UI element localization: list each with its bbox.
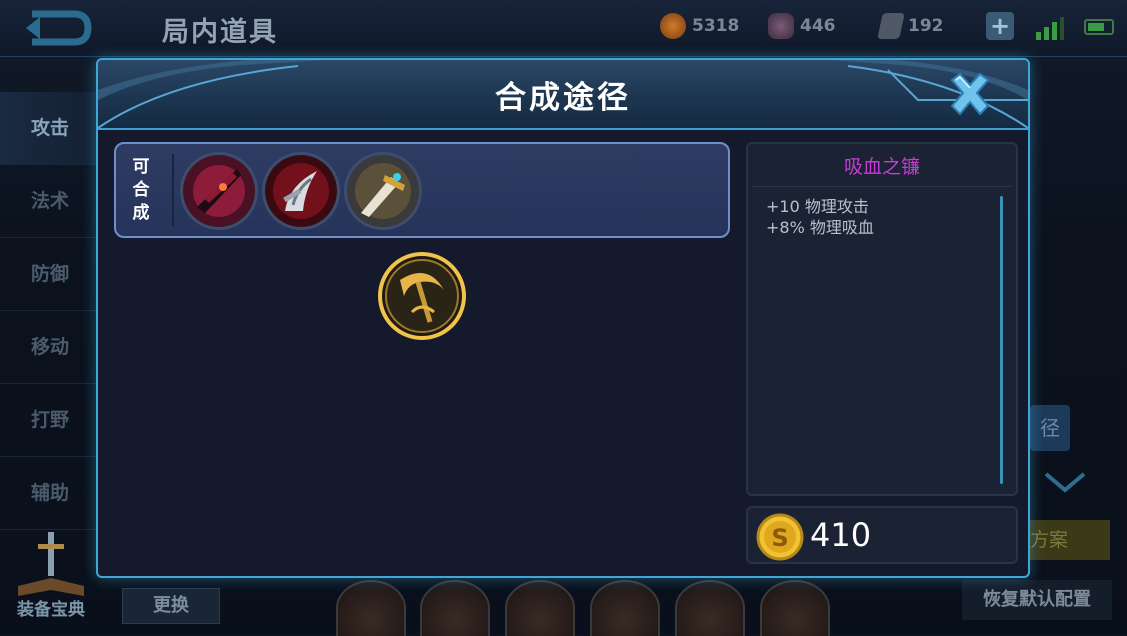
synthesis-dialog: 合成途径 可 合 成 吸血之镰 +10 物理攻击 +8% 物理吸血 S 410 xyxy=(96,58,1030,578)
book-sword-icon xyxy=(18,532,84,596)
category-sidebar: 攻击 法术 防御 移动 打野 辅助 xyxy=(0,92,100,532)
equipped-slot-4[interactable] xyxy=(590,580,660,636)
scrollbar[interactable] xyxy=(1000,196,1003,484)
sidebar-item-support[interactable]: 辅助 xyxy=(0,457,100,530)
svg-text:S: S xyxy=(771,524,788,552)
stat-line: +8% 物理吸血 xyxy=(766,218,874,237)
golden-scythe-icon[interactable] xyxy=(378,252,466,340)
voucher-icon xyxy=(877,13,905,39)
chevron-down-icon[interactable] xyxy=(1040,468,1090,498)
golden-dagger-icon[interactable] xyxy=(344,152,422,230)
back-icon[interactable] xyxy=(22,8,94,48)
dialog-title: 合成途径 xyxy=(495,80,631,116)
plan-button-peek[interactable]: 方案 xyxy=(1030,520,1110,560)
dialog-header: 合成途径 xyxy=(98,60,1028,130)
battery-icon xyxy=(1084,19,1114,35)
price-panel: S 410 xyxy=(746,506,1018,564)
gold-counter: 5318 xyxy=(660,12,739,40)
path-tab-peek[interactable]: 径 xyxy=(1030,405,1070,451)
item-detail-panel: 吸血之镰 +10 物理攻击 +8% 物理吸血 xyxy=(746,142,1018,496)
sidebar-item-magic[interactable]: 法术 xyxy=(0,165,100,238)
top-bar: 局内道具 5318 446 192 + xyxy=(0,0,1127,57)
item-stats: +10 物理攻击 +8% 物理吸血 xyxy=(766,196,874,238)
swap-button[interactable]: 更换 xyxy=(122,588,220,624)
stat-line: +10 物理攻击 xyxy=(766,197,869,216)
voucher-counter: 192 xyxy=(877,12,944,40)
divider xyxy=(172,154,174,226)
equipped-slot-6[interactable] xyxy=(760,580,830,636)
divider xyxy=(752,186,1012,187)
sidebar-item-attack[interactable]: 攻击 xyxy=(0,92,100,165)
signal-icon xyxy=(1036,17,1064,40)
gem-counter: 446 xyxy=(768,12,836,40)
item-name: 吸血之镰 xyxy=(843,156,920,178)
close-icon[interactable] xyxy=(946,70,994,118)
synthesizable-items-row: 可 合 成 xyxy=(114,142,730,238)
restore-default-button[interactable]: 恢复默认配置 xyxy=(962,580,1112,620)
page-title: 局内道具 xyxy=(162,17,278,48)
gold-coin-icon xyxy=(660,13,686,39)
add-button[interactable]: + xyxy=(986,12,1014,40)
equipment-guide-button[interactable]: 装备宝典 xyxy=(6,530,96,630)
sidebar-item-jungle[interactable]: 打野 xyxy=(0,384,100,457)
sidebar-item-movement[interactable]: 移动 xyxy=(0,311,100,384)
synthesizable-label: 可 合 成 xyxy=(132,157,150,223)
silver-claw-blade-icon[interactable] xyxy=(262,152,340,230)
gold-coin-icon: S xyxy=(756,513,804,561)
equipped-slot-3[interactable] xyxy=(505,580,575,636)
sidebar-item-defense[interactable]: 防御 xyxy=(0,238,100,311)
equipped-slot-5[interactable] xyxy=(675,580,745,636)
equipped-slot-1[interactable] xyxy=(336,580,406,636)
item-price: 410 xyxy=(810,516,872,554)
crimson-blade-icon[interactable] xyxy=(180,152,258,230)
equipped-slot-2[interactable] xyxy=(420,580,490,636)
gem-icon xyxy=(768,13,794,39)
